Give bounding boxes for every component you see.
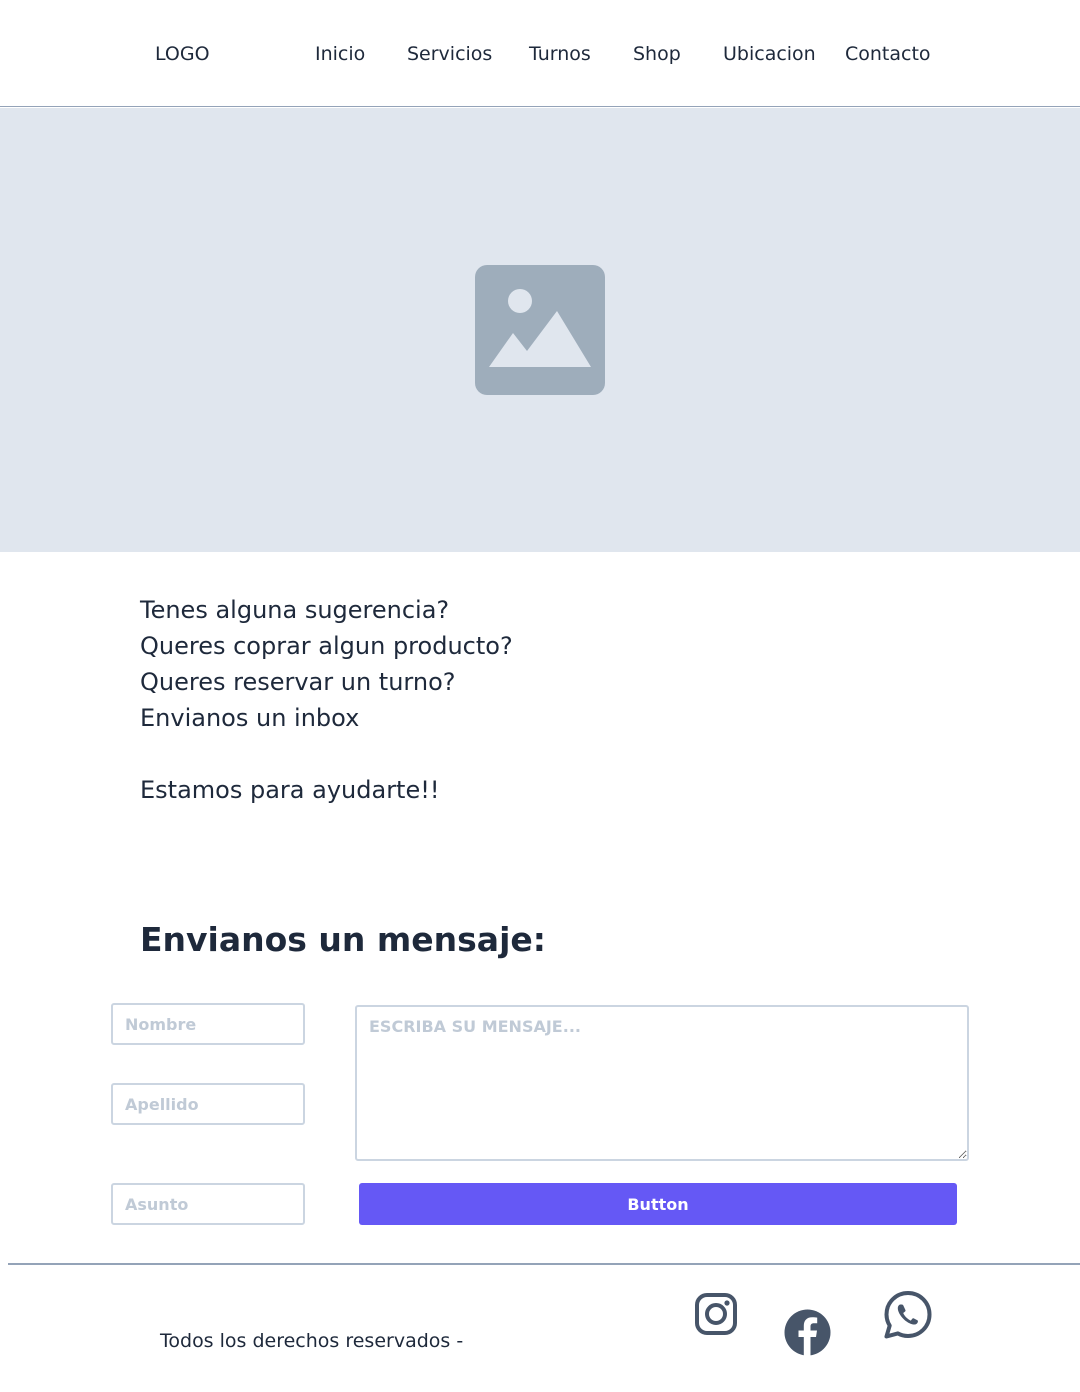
form-title: Envianos un mensaje: <box>140 920 546 959</box>
intro-line: Queres coprar algun producto? <box>140 632 513 660</box>
facebook-icon[interactable] <box>784 1309 831 1356</box>
apellido-field[interactable] <box>111 1083 305 1125</box>
logo[interactable]: LOGO <box>155 42 210 66</box>
nav-item-inicio[interactable]: Inicio <box>315 42 365 66</box>
nombre-field[interactable] <box>111 1003 305 1045</box>
intro-closing: Estamos para ayudarte!! <box>140 776 440 804</box>
footer-divider <box>8 1263 1080 1265</box>
contact-intro: Tenes alguna sugerencia? Queres coprar a… <box>140 592 740 808</box>
image-placeholder-icon <box>475 265 605 395</box>
nav-item-ubicacion[interactable]: Ubicacion <box>723 42 816 66</box>
nav-item-turnos[interactable]: Turnos <box>529 42 591 66</box>
hero-image <box>0 108 1080 552</box>
intro-line: Queres reservar un turno? <box>140 668 456 696</box>
copyright-text: Todos los derechos reservados - <box>160 1330 464 1352</box>
instagram-icon[interactable] <box>694 1292 738 1336</box>
intro-line: Tenes alguna sugerencia? <box>140 596 450 624</box>
submit-button[interactable]: Button <box>359 1183 957 1225</box>
contact-page: LOGO Inicio Servicios Turnos Shop Ubicac… <box>0 0 1080 1392</box>
whatsapp-icon[interactable] <box>883 1290 933 1340</box>
message-textarea[interactable] <box>355 1005 969 1161</box>
asunto-field[interactable] <box>111 1183 305 1225</box>
nav-item-contacto[interactable]: Contacto <box>845 42 931 66</box>
nav-item-shop[interactable]: Shop <box>633 42 681 66</box>
site-header: LOGO Inicio Servicios Turnos Shop Ubicac… <box>0 0 1080 107</box>
intro-line: Envianos un inbox <box>140 704 360 732</box>
nav-item-servicios[interactable]: Servicios <box>407 42 492 66</box>
